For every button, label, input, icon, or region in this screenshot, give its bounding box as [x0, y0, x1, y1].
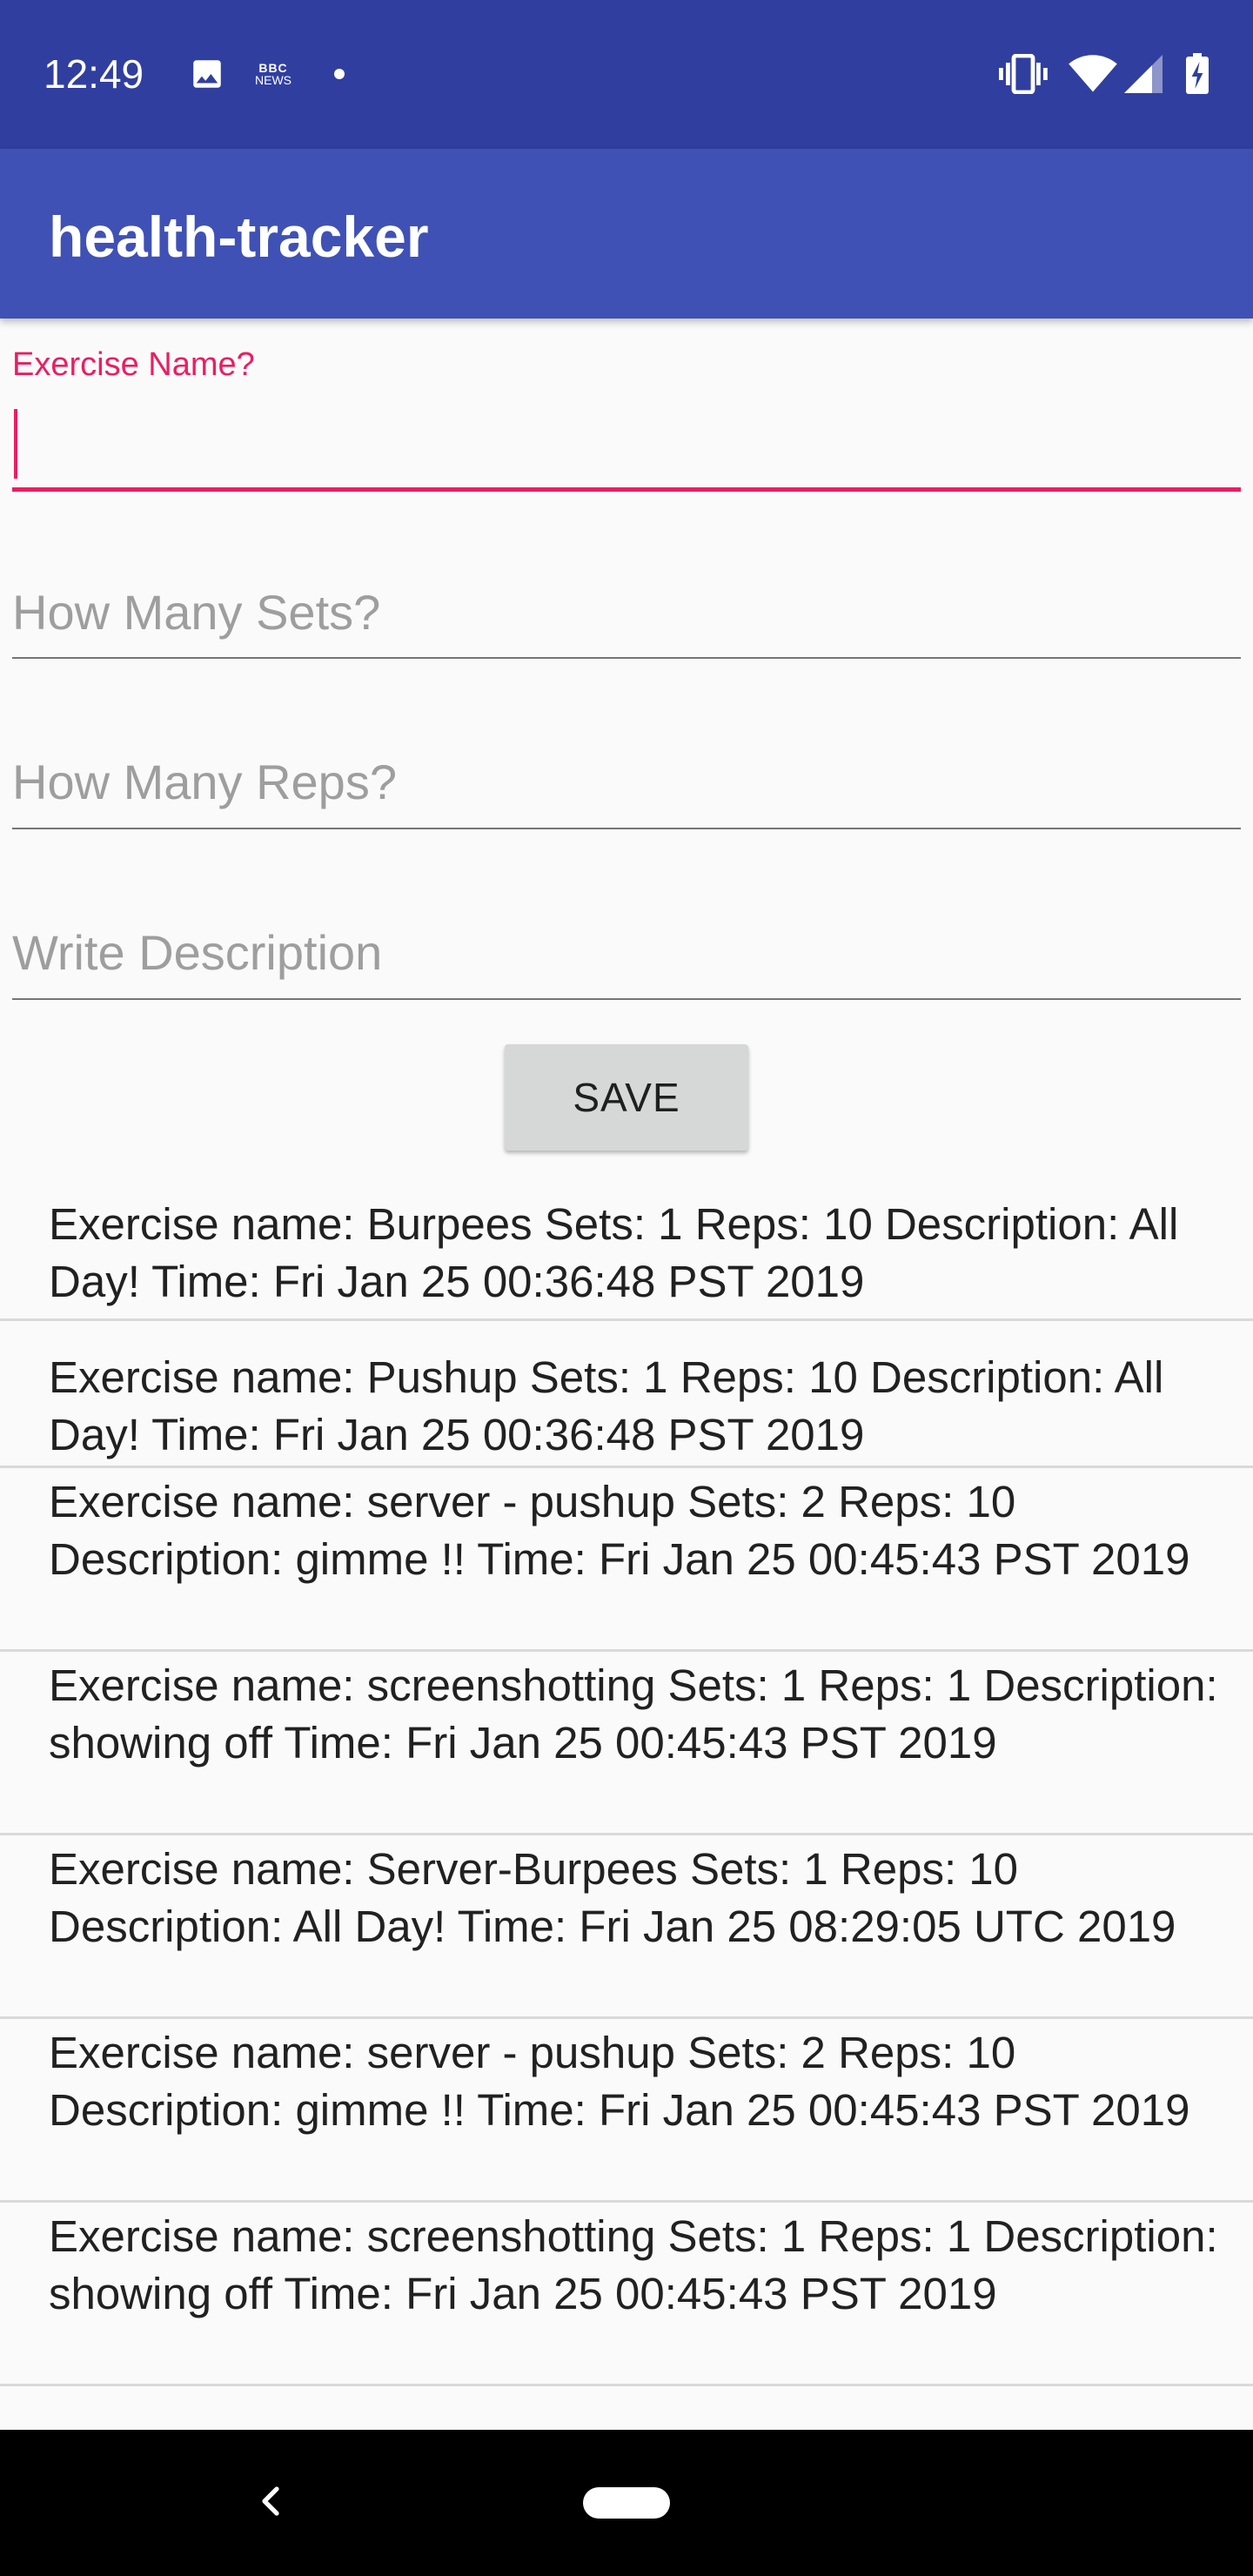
exercise-list-item[interactable]: Exercise name: screenshotting Sets: 1 Re…	[0, 2203, 1253, 2386]
reps-field[interactable]	[12, 735, 1241, 831]
exercise-list-item[interactable]: Exercise name: server - pushup Sets: 2 R…	[0, 1468, 1253, 1652]
exercise-list-item[interactable]: Exercise name: server - pushup Sets: 2 R…	[0, 2019, 1253, 2203]
exercise-list[interactable]: Exercise name: Burpees Sets: 1 Reps: 10 …	[0, 1170, 1253, 2386]
sets-underline	[12, 657, 1241, 659]
exercise-item-text: Exercise name: screenshotting Sets: 1 Re…	[49, 1660, 1218, 1768]
exercise-name-underline	[12, 487, 1241, 492]
wifi-icon	[1067, 50, 1119, 97]
exercise-name-label: Exercise Name?	[12, 346, 255, 383]
exercise-list-item[interactable]: Exercise name: screenshotting Sets: 1 Re…	[0, 1652, 1253, 1835]
battery-charging-icon	[1180, 50, 1215, 97]
vibrate-icon	[997, 50, 1049, 97]
news-logo-text: NEWS	[255, 73, 291, 87]
reps-input[interactable]	[12, 741, 1241, 822]
exercise-item-text: Exercise name: Burpees Sets: 1 Reps: 10 …	[49, 1199, 1179, 1306]
app-title: health-tracker	[49, 205, 429, 269]
exercise-item-text: Exercise name: server - pushup Sets: 2 R…	[49, 1477, 1190, 1584]
cell-signal-icon	[1122, 50, 1164, 97]
exercise-item-text: Exercise name: Pushup Sets: 1 Reps: 10 D…	[49, 1352, 1164, 1459]
bbc-logo-text: BBC	[258, 61, 288, 75]
sets-input[interactable]	[12, 571, 1241, 653]
description-input[interactable]	[12, 911, 1241, 993]
text-cursor	[14, 409, 17, 479]
exercise-item-text: Exercise name: server - pushup Sets: 2 R…	[49, 2028, 1190, 2135]
save-button[interactable]: SAVE	[505, 1044, 748, 1150]
image-icon	[188, 50, 226, 97]
app-screen: 12:49 BBC NEWS health-tracker Exercise N…	[0, 0, 1253, 2576]
exercise-list-item[interactable]: Exercise name: Burpees Sets: 1 Reps: 10 …	[0, 1170, 1253, 1321]
description-field[interactable]	[12, 906, 1241, 1002]
exercise-list-item[interactable]: Exercise name: Pushup Sets: 1 Reps: 10 D…	[0, 1321, 1253, 1468]
description-underline	[12, 998, 1241, 1000]
dot-icon	[331, 50, 348, 97]
reps-underline	[12, 828, 1241, 829]
status-time: 12:49	[44, 51, 144, 97]
exercise-name-input[interactable]	[12, 402, 1241, 486]
exercise-item-text: Exercise name: screenshotting Sets: 1 Re…	[49, 2211, 1218, 2318]
status-bar: 12:49 BBC NEWS	[0, 0, 1253, 149]
navigation-bar	[0, 2430, 1253, 2576]
back-icon[interactable]	[244, 2473, 299, 2529]
app-bar: health-tracker	[0, 149, 1253, 319]
bbc-news-icon: BBC NEWS	[249, 50, 298, 97]
sets-field[interactable]	[12, 566, 1241, 661]
exercise-list-item[interactable]: Exercise name: Server-Burpees Sets: 1 Re…	[0, 1835, 1253, 2019]
exercise-item-text: Exercise name: Server-Burpees Sets: 1 Re…	[49, 1844, 1176, 1951]
exercise-name-field[interactable]: Exercise Name?	[12, 345, 1241, 498]
home-pill-icon[interactable]	[583, 2487, 670, 2519]
